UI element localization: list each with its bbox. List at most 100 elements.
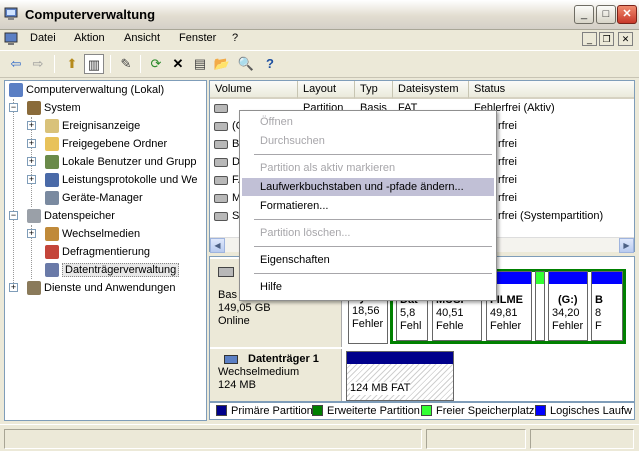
removable-storage-icon: [45, 227, 59, 242]
menu-item-hilfe[interactable]: Hilfe: [242, 278, 494, 296]
tree-datentraegerverwaltung[interactable]: Datenträgerverwaltung: [45, 261, 180, 279]
mdi-minimize-button[interactable]: _: [582, 32, 597, 46]
volume-icon: [214, 212, 228, 221]
users-icon: [45, 155, 59, 170]
menu-item-eigenschaften[interactable]: Eigenschaften: [242, 251, 494, 269]
tree-root[interactable]: Computerverwaltung (Lokal): [9, 81, 164, 99]
defrag-icon: [45, 245, 59, 260]
menu-item-partition-aktiv[interactable]: Partition als aktiv markieren: [242, 159, 494, 177]
volume-icon: [214, 194, 228, 203]
event-viewer-icon: [45, 119, 59, 134]
column-layout[interactable]: Layout: [298, 81, 355, 99]
expand-dienste-toggle[interactable]: +: [9, 283, 18, 292]
tree-dienste-anwendungen[interactable]: Dienste und Anwendungen: [27, 279, 176, 297]
volume-icon: [214, 176, 228, 185]
menu-item-partition-loeschen[interactable]: Partition löschen...: [242, 224, 494, 242]
shared-folder-icon: [45, 137, 59, 152]
minimize-button[interactable]: _: [574, 5, 594, 24]
show-hide-tree-icon[interactable]: ▥: [84, 54, 104, 74]
expand-wechselmedien-toggle[interactable]: +: [27, 229, 36, 238]
legend-swatch: [535, 405, 546, 416]
expand-ereignisanzeige-toggle[interactable]: +: [27, 121, 36, 130]
help-icon[interactable]: ?: [260, 54, 280, 74]
legend-swatch: [421, 405, 432, 416]
tree-freigegebene-ordner[interactable]: Freigegebene Ordner: [45, 135, 167, 153]
toolbar: ⇦ ⇨ ⬆ ▥ ✎ ⟳ ✕ ▤ 📂 🔍 ?: [0, 50, 639, 78]
tree-ereignisanzeige[interactable]: Ereignisanzeige: [45, 117, 140, 135]
menu-ansicht[interactable]: Ansicht: [124, 32, 160, 44]
console-tree[interactable]: Computerverwaltung (Lokal) − System + Er…: [4, 80, 207, 421]
menu-item-laufwerkbuchstaben[interactable]: Laufwerkbuchstaben und -pfade ändern...: [242, 178, 494, 196]
maximize-button[interactable]: □: [596, 5, 616, 24]
delete-icon[interactable]: ✕: [168, 54, 188, 74]
collapse-datenspeicher-toggle[interactable]: −: [9, 211, 18, 220]
status-bar: [0, 424, 639, 451]
column-dateisystem[interactable]: Dateisystem: [393, 81, 469, 99]
volume-icon: [214, 140, 228, 149]
mdi-close-button[interactable]: ✕: [618, 32, 633, 46]
legend-logical: Logisches Laufw: [535, 405, 632, 418]
close-button[interactable]: ✕: [617, 5, 637, 24]
back-icon[interactable]: ⇦: [6, 54, 26, 74]
menu-item-durchsuchen[interactable]: Durchsuchen: [242, 132, 494, 150]
column-volume[interactable]: Volume: [210, 81, 298, 99]
free-space[interactable]: [535, 271, 545, 341]
expand-freigegebene-toggle[interactable]: +: [27, 139, 36, 148]
forward-icon[interactable]: ⇨: [28, 54, 48, 74]
up-folder-icon[interactable]: ⬆: [62, 54, 82, 74]
title-bar[interactable]: Computerverwaltung _ □ ✕: [0, 0, 639, 30]
volume-icon: [214, 122, 228, 131]
partition-g[interactable]: (G:) 34,20 Fehler: [548, 271, 588, 341]
menu-item-formatieren[interactable]: Formatieren...: [242, 197, 494, 215]
expand-leistung-toggle[interactable]: +: [27, 175, 36, 184]
menu-aktion[interactable]: Aktion: [74, 32, 105, 44]
column-status[interactable]: Status: [469, 81, 634, 99]
disk-management-icon: [45, 263, 59, 278]
properties-sheet-icon[interactable]: ▤: [190, 54, 210, 74]
disk1-info[interactable]: Datenträger 1 Wechselmedium 124 MB: [210, 349, 342, 401]
tree-lokale-benutzer[interactable]: Lokale Benutzer und Grupp: [45, 153, 197, 171]
volume-icon: [214, 104, 228, 113]
legend-swatch: [312, 405, 323, 416]
legend-free: Freier Speicherplatz: [421, 405, 534, 418]
menu-help[interactable]: ?: [232, 32, 238, 44]
menu-bar: Datei Aktion Ansicht Fenster ? _ ❐ ✕: [0, 30, 639, 49]
mdi-window-icon[interactable]: [4, 32, 20, 46]
column-typ[interactable]: Typ: [355, 81, 393, 99]
context-menu: Öffnen Durchsuchen Partition als aktiv m…: [239, 110, 497, 301]
computer-management-icon: [4, 7, 18, 20]
tree-defragmentierung[interactable]: Defragmentierung: [45, 243, 150, 261]
tree-system[interactable]: System: [27, 99, 81, 117]
device-manager-icon: [45, 191, 59, 206]
window-title: Computerverwaltung: [25, 7, 156, 22]
performance-logs-icon: [45, 173, 59, 188]
tools-icon: [27, 101, 41, 116]
scroll-left-icon[interactable]: ◀: [210, 238, 225, 253]
storage-icon: [27, 209, 41, 224]
collapse-system-toggle[interactable]: −: [9, 103, 18, 112]
tree-leistungsprotokolle[interactable]: Leistungsprotokolle und We: [45, 171, 198, 189]
computer-icon: [9, 83, 23, 98]
tree-geraete-manager[interactable]: Geräte-Manager: [45, 189, 143, 207]
partition-b[interactable]: B 8 F: [591, 271, 623, 341]
mdi-restore-button[interactable]: ❐: [599, 32, 614, 46]
refresh-icon[interactable]: ⟳: [146, 54, 166, 74]
hard-disk-icon: [218, 267, 234, 277]
tree-wechselmedien[interactable]: Wechselmedien: [45, 225, 140, 243]
legend-bar: Primäre Partition Erweiterte Partition F…: [209, 402, 635, 420]
removable-disk-icon: [224, 355, 238, 364]
expand-benutzer-toggle[interactable]: +: [27, 157, 36, 166]
partition-removable[interactable]: 124 MB FAT: [346, 351, 454, 401]
menu-item-oeffnen[interactable]: Öffnen: [242, 113, 494, 131]
volume-icon: [214, 158, 228, 167]
search-icon[interactable]: 🔍: [236, 54, 256, 74]
menu-fenster[interactable]: Fenster: [179, 32, 216, 44]
tree-datenspeicher[interactable]: Datenspeicher: [27, 207, 115, 225]
services-icon: [27, 281, 41, 296]
legend-swatch: [216, 405, 227, 416]
legend-primary: Primäre Partition: [216, 405, 313, 418]
menu-datei[interactable]: Datei: [30, 32, 56, 44]
scroll-right-icon[interactable]: ▶: [619, 238, 634, 253]
open-folder-icon[interactable]: 📂: [212, 54, 232, 74]
properties-icon[interactable]: ✎: [116, 54, 136, 74]
